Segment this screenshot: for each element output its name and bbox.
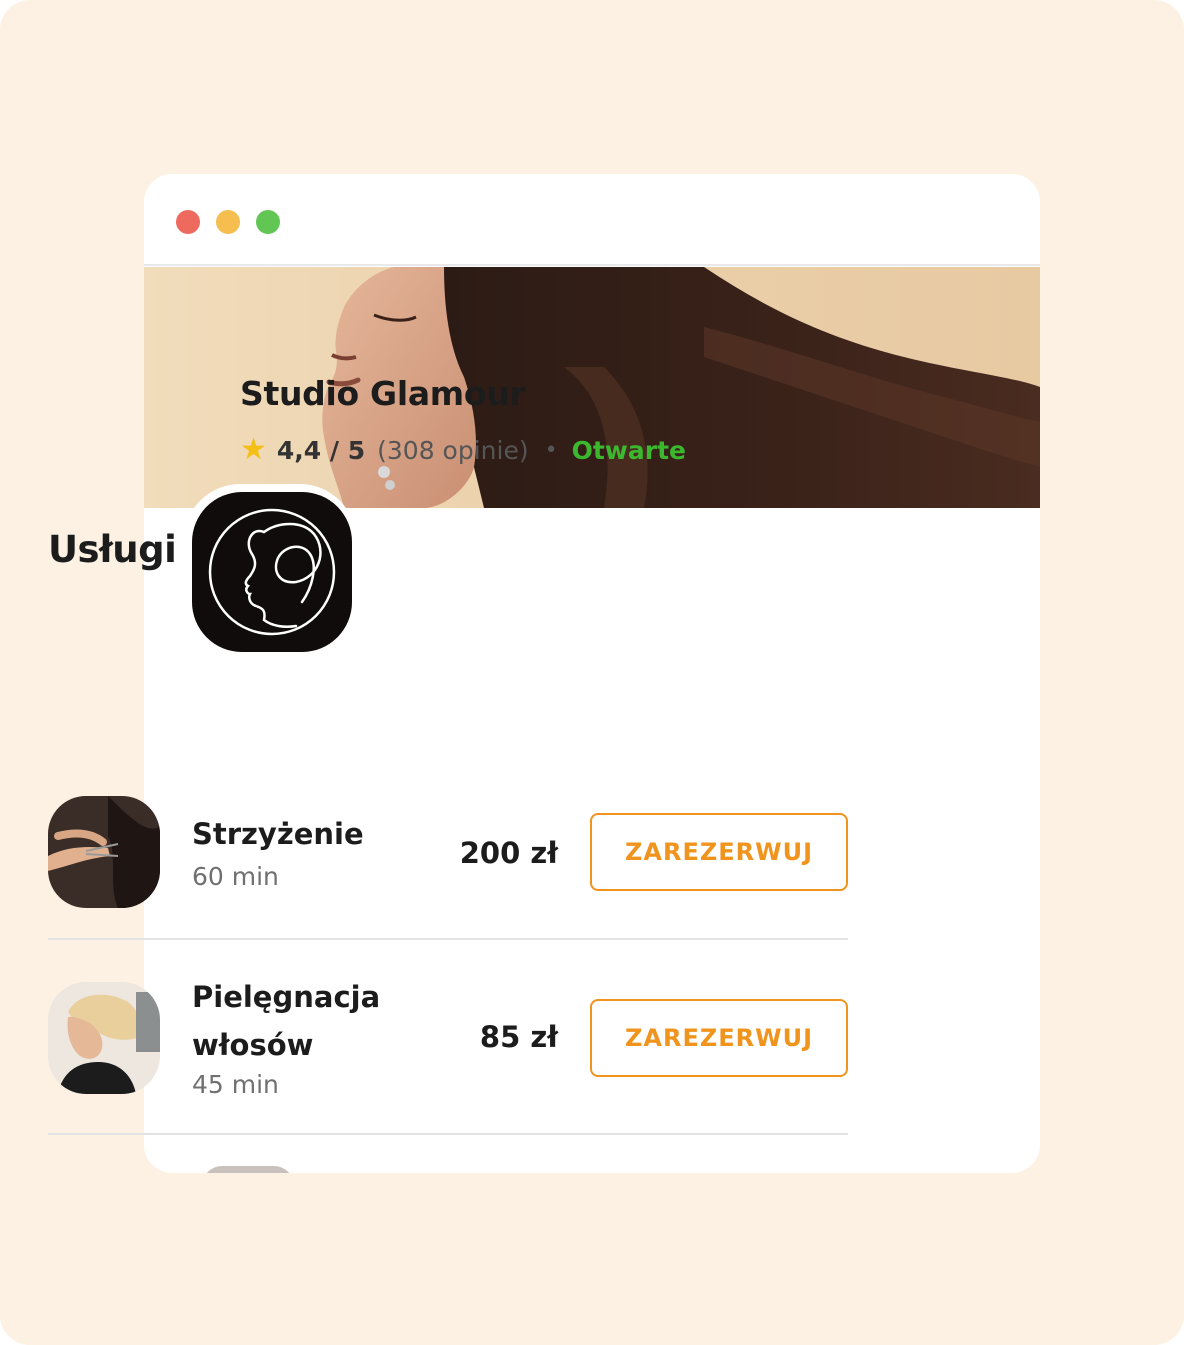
service-duration: 45 min bbox=[192, 1070, 279, 1099]
service-price: 200 zł bbox=[459, 836, 558, 870]
book-button[interactable]: ZAREZERWUJ bbox=[590, 813, 848, 891]
haircut-photo-icon bbox=[48, 796, 160, 908]
rating-row: ★ 4,4 / 5 (308 opinie) • Otwarte bbox=[240, 432, 686, 468]
woman-profile-icon bbox=[208, 508, 336, 636]
studio-name: Studio Glamour bbox=[240, 374, 526, 413]
star-icon: ★ bbox=[240, 432, 267, 467]
rating-value: 4,4 / 5 bbox=[276, 435, 366, 465]
service-item-hair-care: Pielęgnacja włosów 45 min 85 zł ZAREZERW… bbox=[48, 980, 848, 1112]
next-service-thumb-partial bbox=[192, 1166, 304, 1173]
services-heading: Usługi bbox=[48, 528, 177, 571]
service-item-haircut: Strzyżenie 60 min 200 zł ZAREZERWUJ bbox=[48, 796, 848, 908]
review-count[interactable]: (308 opinie) bbox=[377, 436, 528, 465]
service-duration: 60 min bbox=[192, 862, 279, 891]
book-button[interactable]: ZAREZERWUJ bbox=[590, 999, 848, 1077]
hair-care-photo-icon bbox=[48, 982, 160, 1094]
studio-logo bbox=[192, 492, 352, 652]
service-price: 85 zł bbox=[479, 1020, 558, 1054]
service-name: Strzyżenie bbox=[192, 817, 364, 851]
separator-dot: • bbox=[544, 437, 558, 463]
minimize-dot[interactable] bbox=[216, 210, 240, 234]
maximize-dot[interactable] bbox=[256, 210, 280, 234]
divider bbox=[48, 1133, 848, 1135]
window-titlebar bbox=[144, 174, 1040, 266]
divider bbox=[48, 938, 848, 940]
open-status: Otwarte bbox=[571, 435, 686, 465]
close-dot[interactable] bbox=[176, 210, 200, 234]
service-name: Pielęgnacja włosów bbox=[192, 980, 381, 1062]
